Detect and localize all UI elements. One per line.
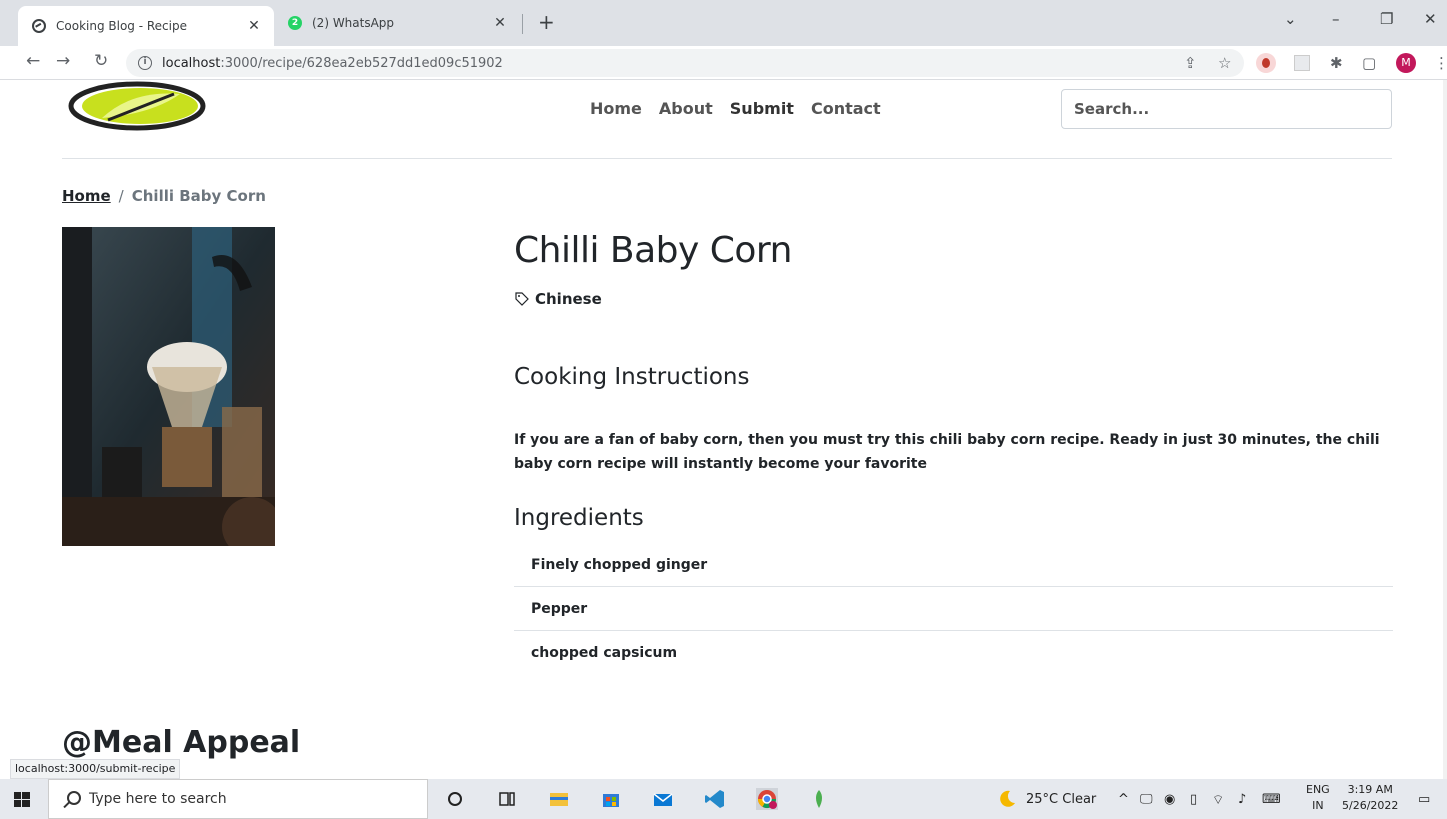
close-tab-icon[interactable]: ✕	[244, 18, 264, 34]
nav-submit[interactable]: Submit	[730, 99, 794, 118]
browser-toolbar: ← → ↻ i localhost:3000/recipe/628ea2eb52…	[0, 46, 1447, 80]
ingredients-list: Finely chopped ginger Pepper chopped cap…	[514, 543, 1393, 675]
ingredient-item: Pepper	[514, 587, 1393, 631]
wifi-icon[interactable]: ⌔	[1212, 792, 1224, 808]
breadcrumb: Home / Chilli Baby Corn	[62, 187, 266, 205]
file-explorer-icon[interactable]	[548, 788, 570, 810]
ingredient-item: chopped capsicum	[531, 645, 678, 661]
windows-start-icon[interactable]	[14, 792, 30, 807]
tab-title: Cooking Blog - Recipe	[56, 19, 187, 33]
language-indicator[interactable]: ENG IN	[1306, 782, 1330, 814]
site-info-icon[interactable]: i	[138, 56, 152, 70]
search-icon	[67, 791, 81, 805]
system-clock[interactable]: 3:19 AM 5/26/2022	[1342, 782, 1398, 814]
chrome-icon[interactable]	[756, 788, 778, 810]
page-scrollbar[interactable]	[1443, 80, 1447, 779]
url-path: :3000/recipe/628ea2eb527dd1ed09c51902	[220, 55, 503, 71]
mongodb-compass-icon[interactable]	[808, 788, 830, 810]
ingredients-heading: Ingredients	[514, 505, 644, 531]
site-logo[interactable]	[62, 80, 212, 136]
tab-cooking-blog[interactable]: Cooking Blog - Recipe ✕	[18, 6, 274, 46]
link-status-tooltip: localhost:3000/submit-recipe	[10, 759, 181, 779]
notification-center-icon[interactable]: ▭	[1418, 792, 1430, 807]
tag-icon	[515, 292, 529, 306]
url-host: localhost	[162, 55, 221, 71]
vscode-icon[interactable]	[704, 788, 726, 810]
new-tab-button[interactable]: +	[538, 10, 555, 34]
close-tab-icon[interactable]: ✕	[490, 15, 510, 31]
ingredient-item: Finely chopped ginger	[514, 543, 1393, 587]
forward-arrow-icon[interactable]: →	[56, 51, 70, 71]
ladybug-extension-icon[interactable]	[1256, 53, 1276, 73]
chrome-tray-icon[interactable]: ◉	[1164, 792, 1175, 807]
minimize-button[interactable]: –	[1332, 10, 1340, 28]
back-arrow-icon[interactable]: ←	[26, 51, 40, 71]
lang-region: IN	[1312, 799, 1324, 812]
task-view-icon[interactable]	[496, 788, 518, 810]
breadcrumb-home-link[interactable]: Home	[62, 187, 111, 205]
tab-divider	[522, 14, 523, 34]
weather-text[interactable]: 25°C Clear	[1026, 792, 1096, 807]
speaker-icon[interactable]: ♪	[1238, 792, 1246, 807]
instructions-heading: Cooking Instructions	[514, 364, 750, 390]
tab-title: (2) WhatsApp	[312, 16, 395, 30]
tab-search-chevron-icon[interactable]: ⌄	[1284, 10, 1297, 28]
page-viewport: Home About Submit Contact Home / Chilli Ba…	[0, 80, 1447, 779]
whatsapp-icon: 2	[288, 16, 302, 30]
recipe-title: Chilli Baby Corn	[514, 230, 792, 271]
close-window-button[interactable]: ✕	[1424, 10, 1437, 28]
footer-brand: @Meal Appeal	[62, 725, 301, 760]
cortana-icon[interactable]	[444, 788, 466, 810]
taskbar-search-box[interactable]: Type here to search	[48, 779, 428, 819]
taskbar-search-placeholder: Type here to search	[89, 791, 227, 807]
address-bar[interactable]: i localhost:3000/recipe/628ea2eb527dd1ed…	[126, 49, 1244, 77]
clock-time: 3:19 AM	[1347, 783, 1393, 796]
header-divider	[62, 158, 1392, 159]
breadcrumb-current: Chilli Baby Corn	[131, 187, 266, 205]
clock-date: 5/26/2022	[1342, 799, 1399, 812]
keyboard-icon[interactable]: ⌨	[1262, 792, 1281, 807]
search-input[interactable]	[1061, 89, 1392, 129]
share-icon[interactable]: ⇪	[1184, 54, 1197, 72]
network-monitor-icon[interactable]: 🖵	[1140, 792, 1153, 807]
restore-button[interactable]: ❐	[1380, 10, 1393, 28]
store-icon[interactable]	[600, 788, 622, 810]
menu-kebab-icon[interactable]: ⋮	[1434, 54, 1447, 72]
weather-moon-icon	[1000, 790, 1015, 807]
nav-about[interactable]: About	[659, 99, 713, 118]
main-nav: Home About Submit Contact	[590, 99, 898, 118]
globe-icon	[32, 19, 46, 33]
nav-contact[interactable]: Contact	[811, 99, 881, 118]
extension-icon[interactable]	[1294, 55, 1310, 71]
recipe-photo	[62, 227, 275, 546]
windows-taskbar: Type here to search 25°C Clear ^ 🖵 ◉ ▯ ⌔…	[0, 779, 1447, 819]
breadcrumb-separator: /	[118, 187, 124, 205]
tray-chevron-up-icon[interactable]: ^	[1118, 792, 1129, 807]
puzzle-extensions-icon[interactable]: ✱	[1330, 54, 1343, 72]
instructions-text: If you are a fan of baby corn, then you …	[514, 432, 1380, 472]
category-label: Chinese	[535, 290, 602, 308]
mail-icon[interactable]	[652, 788, 674, 810]
tab-whatsapp[interactable]: 2 (2) WhatsApp ✕	[280, 6, 520, 40]
battery-icon[interactable]: ▯	[1190, 792, 1197, 807]
profile-avatar[interactable]: M	[1396, 53, 1416, 73]
side-panel-icon[interactable]: ▢	[1362, 54, 1376, 72]
recipe-category[interactable]: Chinese	[514, 290, 602, 308]
bookmark-star-icon[interactable]: ☆	[1218, 54, 1231, 72]
nav-home[interactable]: Home	[590, 99, 642, 118]
lang-code: ENG	[1306, 783, 1330, 796]
reload-icon[interactable]: ↻	[94, 51, 108, 71]
browser-tab-strip: Cooking Blog - Recipe ✕ 2 (2) WhatsApp ✕…	[0, 0, 1447, 46]
